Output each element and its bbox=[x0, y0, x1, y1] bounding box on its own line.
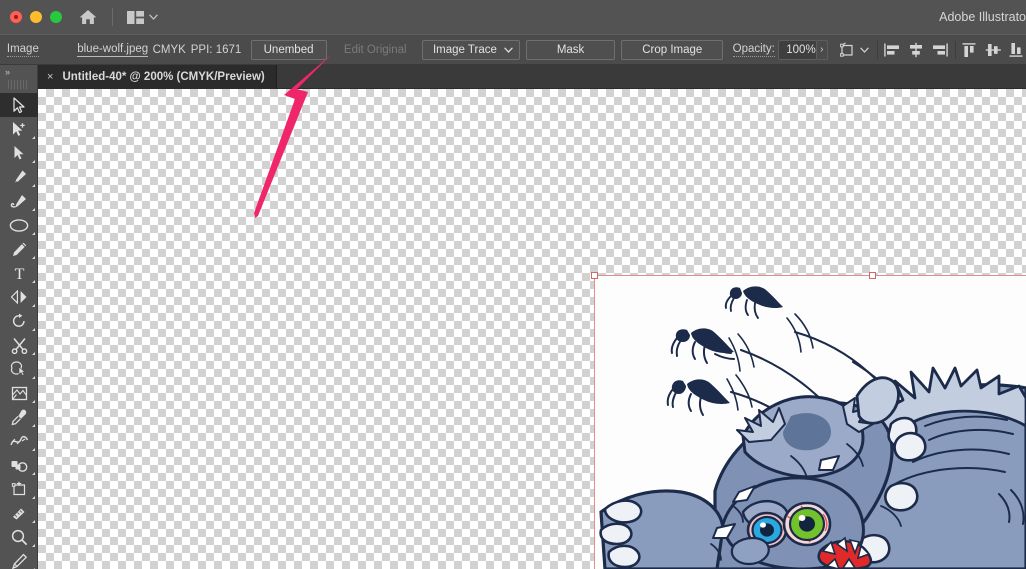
align-top-icon[interactable] bbox=[961, 42, 979, 58]
color-mode-label: CMYK bbox=[152, 43, 186, 56]
arrange-documents-control[interactable] bbox=[127, 10, 158, 24]
zoom-tool[interactable] bbox=[0, 525, 38, 549]
illustrator-window: Adobe Illustrato Image blue-wolf.jpeg CM… bbox=[0, 0, 1026, 569]
reflect-tool[interactable] bbox=[0, 285, 38, 309]
arrange-documents-icon bbox=[127, 10, 144, 24]
control-bar: Image blue-wolf.jpeg CMYK PPI: 1671 Unem… bbox=[0, 34, 1026, 65]
chevron-down-icon bbox=[149, 14, 158, 20]
type-tool[interactable]: T bbox=[0, 261, 38, 285]
image-trace-dropdown[interactable]: Image Trace bbox=[421, 39, 520, 60]
align-bottom-icon[interactable] bbox=[1008, 42, 1026, 58]
ellipse-tool[interactable] bbox=[0, 213, 38, 237]
chevron-down-icon bbox=[504, 46, 513, 53]
blend-tool[interactable] bbox=[0, 429, 38, 453]
zoom-window-button[interactable] bbox=[50, 11, 62, 23]
pen-tool[interactable] bbox=[0, 165, 38, 189]
document-tab-bar: × Untitled-40* @ 200% (CMYK/Preview) bbox=[0, 65, 1026, 89]
edit-original-button: Edit Original bbox=[343, 43, 407, 56]
opacity-options-button[interactable]: › bbox=[816, 39, 829, 60]
slice-tool[interactable] bbox=[0, 501, 38, 525]
document-tab-label: Untitled-40* @ 200% (CMYK/Preview) bbox=[62, 71, 265, 83]
unembed-button[interactable]: Unembed bbox=[250, 39, 327, 60]
mask-button[interactable]: Mask bbox=[525, 39, 616, 60]
rotate-tool[interactable] bbox=[0, 309, 38, 333]
selection-tool[interactable] bbox=[0, 93, 38, 117]
transform-panel-icon[interactable] bbox=[839, 41, 869, 58]
symbol-sprayer-tool[interactable] bbox=[0, 453, 38, 477]
align-right-icon[interactable] bbox=[931, 42, 949, 58]
opacity-input[interactable]: 100% bbox=[778, 39, 817, 60]
svg-text:T: T bbox=[14, 266, 24, 281]
blue-wolf-artwork[interactable] bbox=[595, 276, 1026, 569]
artboard[interactable] bbox=[595, 276, 1026, 569]
canvas-area[interactable] bbox=[38, 89, 1026, 569]
app-title: Adobe Illustrato bbox=[939, 10, 1026, 24]
linked-file-name[interactable]: blue-wolf.jpeg bbox=[77, 43, 149, 57]
selection-handle-top-center[interactable] bbox=[869, 272, 876, 279]
opacity-label: Opacity: bbox=[732, 42, 775, 57]
align-vertical-center-icon[interactable] bbox=[985, 42, 1003, 58]
toolbar-drag-grip[interactable] bbox=[8, 80, 29, 89]
scissors-tool[interactable] bbox=[0, 333, 38, 357]
minimize-window-button[interactable] bbox=[30, 11, 42, 23]
crop-image-button[interactable]: Crop Image bbox=[621, 39, 724, 60]
close-window-button[interactable] bbox=[10, 11, 22, 23]
curvature-tool[interactable] bbox=[0, 189, 38, 213]
align-horizontal-center-icon[interactable] bbox=[907, 42, 925, 58]
title-bar: Adobe Illustrato bbox=[0, 0, 1026, 34]
image-trace-label: Image Trace bbox=[432, 43, 497, 56]
titlebar-divider bbox=[112, 8, 113, 26]
align-left-icon[interactable] bbox=[883, 42, 901, 58]
shape-builder-tool[interactable] bbox=[0, 357, 38, 381]
artboard-tool[interactable] bbox=[0, 477, 38, 501]
collapse-toolbar-button[interactable]: » bbox=[0, 65, 37, 79]
direct-selection-tool[interactable] bbox=[0, 117, 38, 141]
paintbrush-tool[interactable] bbox=[0, 549, 38, 569]
selection-handle-top-left[interactable] bbox=[591, 272, 598, 279]
document-tab[interactable]: × Untitled-40* @ 200% (CMYK/Preview) bbox=[38, 65, 277, 89]
close-tab-icon[interactable]: × bbox=[47, 71, 53, 83]
home-icon[interactable] bbox=[62, 7, 98, 27]
ppi-label: PPI: 1671 bbox=[190, 43, 242, 56]
object-type-label: Image bbox=[6, 42, 39, 57]
window-controls bbox=[10, 11, 62, 23]
eyedropper-tool[interactable] bbox=[0, 405, 38, 429]
tools-panel: » T bbox=[0, 65, 38, 569]
gradient-mesh-tool[interactable] bbox=[0, 381, 38, 405]
pencil-tool[interactable] bbox=[0, 237, 38, 261]
magic-wand-tool[interactable] bbox=[0, 141, 38, 165]
